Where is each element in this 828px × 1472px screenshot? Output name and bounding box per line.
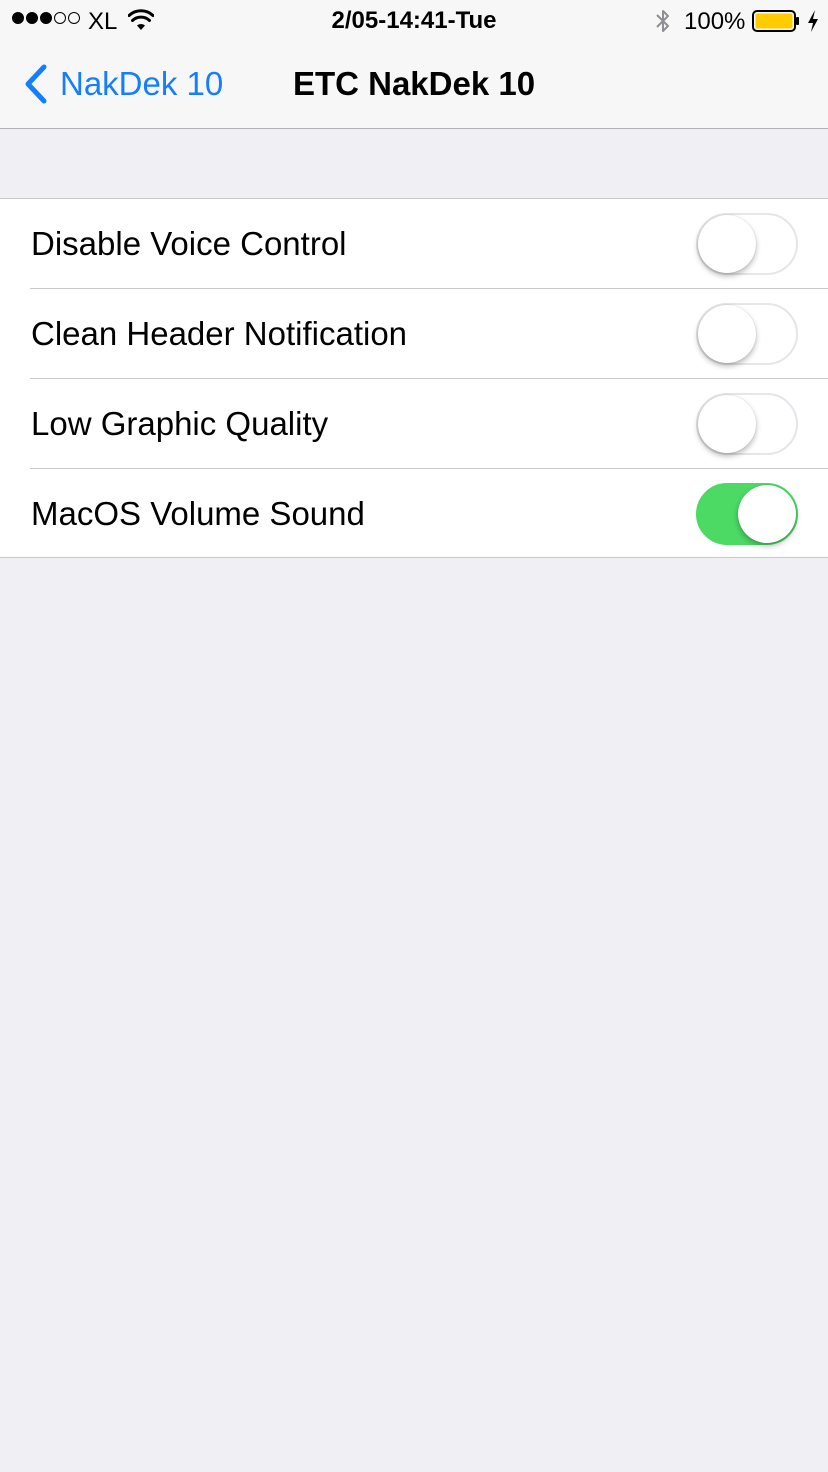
setting-row-disable-voice-control: Disable Voice Control [0,199,828,289]
setting-label: MacOS Volume Sound [31,495,365,532]
toggle-knob [698,215,756,273]
status-bar: XL 2/05-14:41-Tue 100% [0,0,828,40]
macos-volume-sound-toggle[interactable] [696,483,798,545]
toggle-knob [698,305,756,363]
setting-row-macos-volume-sound: MacOS Volume Sound [0,469,828,559]
toggle-knob [698,395,756,453]
disable-voice-control-toggle[interactable] [696,213,798,275]
setting-label: Disable Voice Control [31,225,347,262]
battery-icon [752,10,799,32]
setting-row-clean-header-notification: Clean Header Notification [0,289,828,379]
setting-label: Low Graphic Quality [31,405,329,442]
bluetooth-icon [656,10,669,32]
page-title: ETC NakDek 10 [292,65,536,102]
battery-percentage: 100% [684,8,746,35]
clean-header-notification-toggle[interactable] [696,303,798,365]
setting-row-low-graphic-quality: Low Graphic Quality [0,379,828,469]
charging-bolt-icon [808,10,818,32]
low-graphic-quality-toggle[interactable] [696,393,798,455]
settings-group: Disable Voice Control Clean Header Notif… [0,198,828,558]
toggle-knob [738,485,796,543]
setting-label: Clean Header Notification [31,315,408,352]
